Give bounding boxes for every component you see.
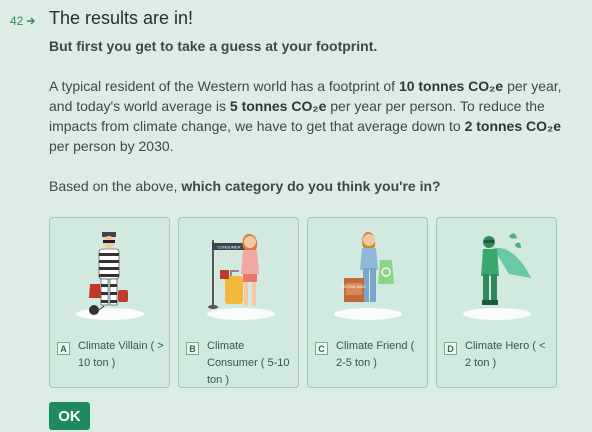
box-text: SECOND HAND <box>342 285 366 289</box>
option-card-d[interactable]: D Climate Hero ( < 2 ton ) <box>436 217 557 388</box>
option-card-a[interactable]: A Climate Villain ( > 10 ton ) <box>49 217 170 388</box>
option-label-c: Climate Friend ( 2-5 ton ) <box>336 340 415 369</box>
prompt-lead: Based on the above, <box>49 178 182 194</box>
option-key-b: B <box>186 342 199 355</box>
description-paragraph: A typical resident of the Western world … <box>49 76 569 156</box>
climate-villain-illustration <box>76 232 144 320</box>
option-key-c: C <box>315 342 328 355</box>
desc-bold-2: 5 tonnes CO₂e <box>229 98 327 114</box>
option-key-a: A <box>57 342 70 355</box>
climate-consumer-illustration: CONSUMER <box>207 234 275 320</box>
option-card-c[interactable]: SECOND HAND C Climate Friend ( 2-5 ton ) <box>307 217 428 388</box>
options-list: A Climate Villain ( > 10 ton ) CONSUMER <box>49 217 557 388</box>
arrow-right-icon <box>27 17 36 25</box>
desc-text-1: A typical resident of the Western world … <box>49 78 399 94</box>
option-label-a: Climate Villain ( > 10 ton ) <box>78 340 164 369</box>
prompt-bold: which category do you think you're in? <box>181 178 441 194</box>
question-number-text: 42 <box>10 14 24 28</box>
sign-text: CONSUMER <box>217 245 240 250</box>
climate-friend-illustration: SECOND HAND <box>334 232 402 320</box>
question-prompt: Based on the above, which category do yo… <box>49 176 569 196</box>
climate-hero-illustration <box>463 233 531 320</box>
option-label-b: Climate Consumer ( 5-10 ton ) <box>207 340 290 386</box>
desc-text-4: per person by 2030. <box>49 138 174 154</box>
option-key-d: D <box>444 342 457 355</box>
ok-button[interactable]: OK <box>49 402 90 430</box>
option-label-d: Climate Hero ( < 2 ton ) <box>465 340 546 369</box>
question-title: The results are in! <box>49 8 194 28</box>
desc-bold-1: 10 tonnes CO₂e <box>398 78 504 94</box>
question-number: 42 <box>10 14 36 28</box>
option-card-b[interactable]: CONSUMER B Climate Consumer ( 5-10 ton ) <box>178 217 299 388</box>
question-subtitle: But first you get to take a guess at you… <box>49 38 378 54</box>
desc-bold-3: 2 tonnes CO₂e <box>464 118 562 134</box>
